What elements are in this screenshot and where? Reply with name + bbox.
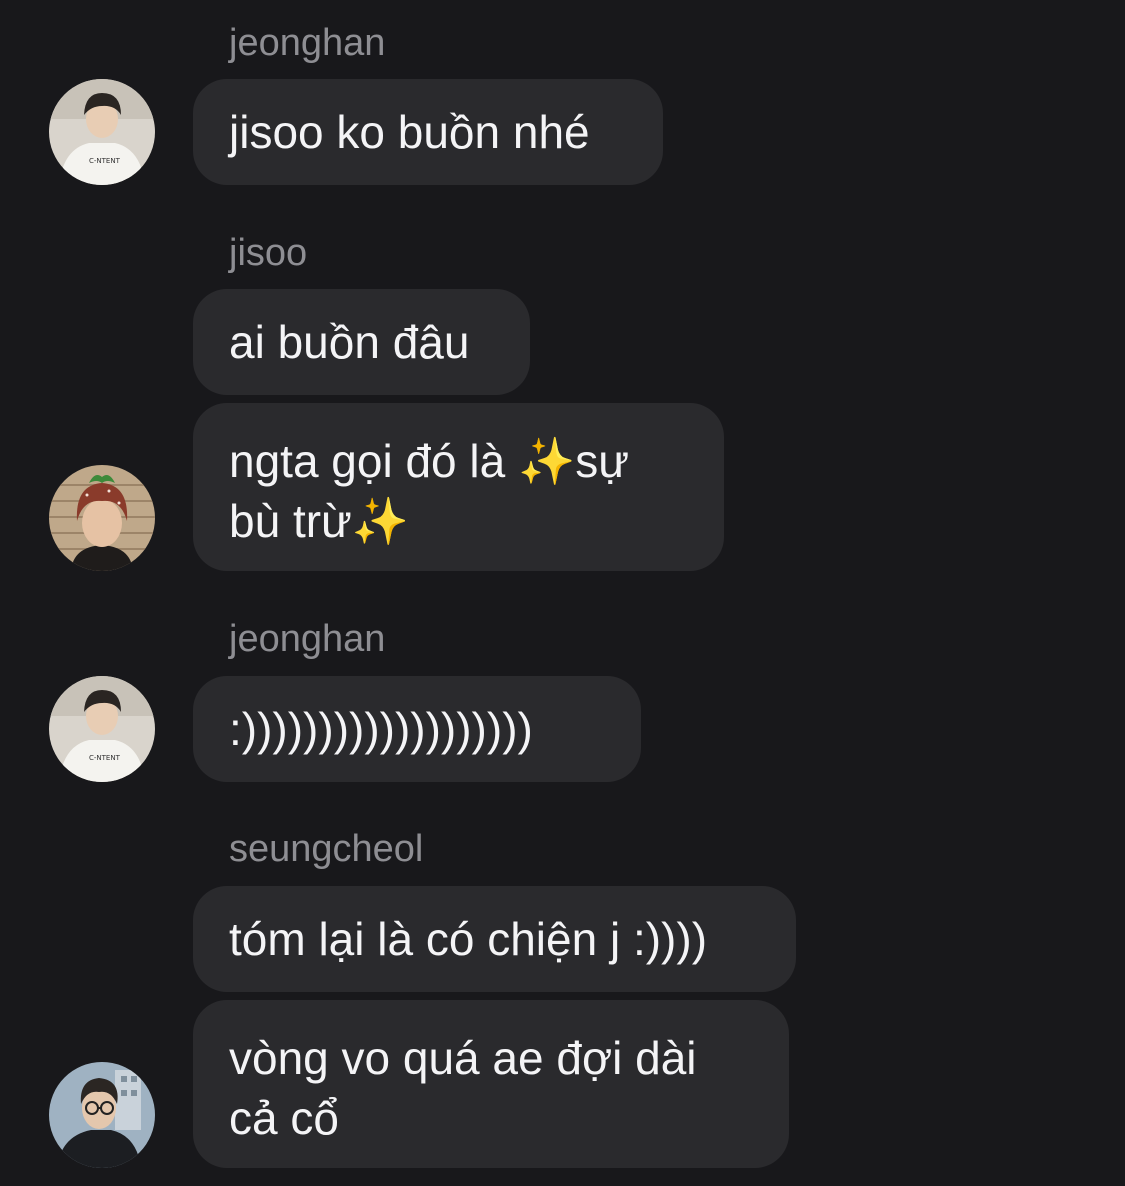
- sender-name: jeonghan: [229, 618, 386, 660]
- message-line: vòng vo quá ae đợi dài: [229, 1032, 697, 1084]
- avatar[interactable]: [49, 1062, 155, 1168]
- text-segment: sự: [575, 435, 630, 487]
- jeonghan-avatar-icon: C-NTENT: [49, 79, 155, 185]
- avatar[interactable]: C-NTENT: [49, 676, 155, 782]
- message-bubble[interactable]: ngta gọi đó là ✨sự bù trừ✨: [193, 403, 724, 571]
- message-bubble[interactable]: jisoo ko buồn nhé: [193, 79, 663, 185]
- seungcheol-avatar-icon: [49, 1062, 155, 1168]
- svg-text:C-NTENT: C-NTENT: [89, 157, 121, 165]
- jeonghan-avatar-icon: C-NTENT: [49, 676, 155, 782]
- sparkles-icon: ✨: [351, 495, 410, 547]
- avatar[interactable]: C-NTENT: [49, 79, 155, 185]
- message-text: ngta gọi đó là ✨sự bù trừ✨: [229, 431, 629, 551]
- sender-name: jisoo: [229, 232, 308, 274]
- message-text: tóm lại là có chiện j :)))): [229, 913, 708, 965]
- svg-text:C-NTENT: C-NTENT: [89, 754, 121, 762]
- message-text: :))))))))))))))))))): [229, 703, 533, 755]
- sparkles-icon: ✨: [518, 435, 576, 487]
- avatar[interactable]: [49, 465, 155, 571]
- message-bubble[interactable]: :))))))))))))))))))): [193, 676, 641, 782]
- jisoo-avatar-icon: [49, 465, 155, 571]
- message-text: ai buồn đâu: [229, 316, 470, 368]
- message-bubble[interactable]: ai buồn đâu: [193, 289, 530, 395]
- message-bubble[interactable]: vòng vo quá ae đợi dài cả cổ: [193, 1000, 789, 1168]
- message-bubble[interactable]: tóm lại là có chiện j :)))): [193, 886, 796, 992]
- text-segment: ngta gọi đó là: [229, 435, 519, 487]
- message-line: ngta gọi đó là ✨sự: [229, 431, 629, 491]
- sender-name: jeonghan: [229, 22, 386, 64]
- message-line: cả cổ: [229, 1092, 339, 1144]
- message-text: jisoo ko buồn nhé: [229, 106, 590, 158]
- message-text: vòng vo quá ae đợi dài cả cổ: [229, 1028, 697, 1148]
- message-line: bù trừ✨: [229, 491, 629, 551]
- text-segment: bù trừ: [229, 495, 352, 547]
- sender-name: seungcheol: [229, 828, 424, 870]
